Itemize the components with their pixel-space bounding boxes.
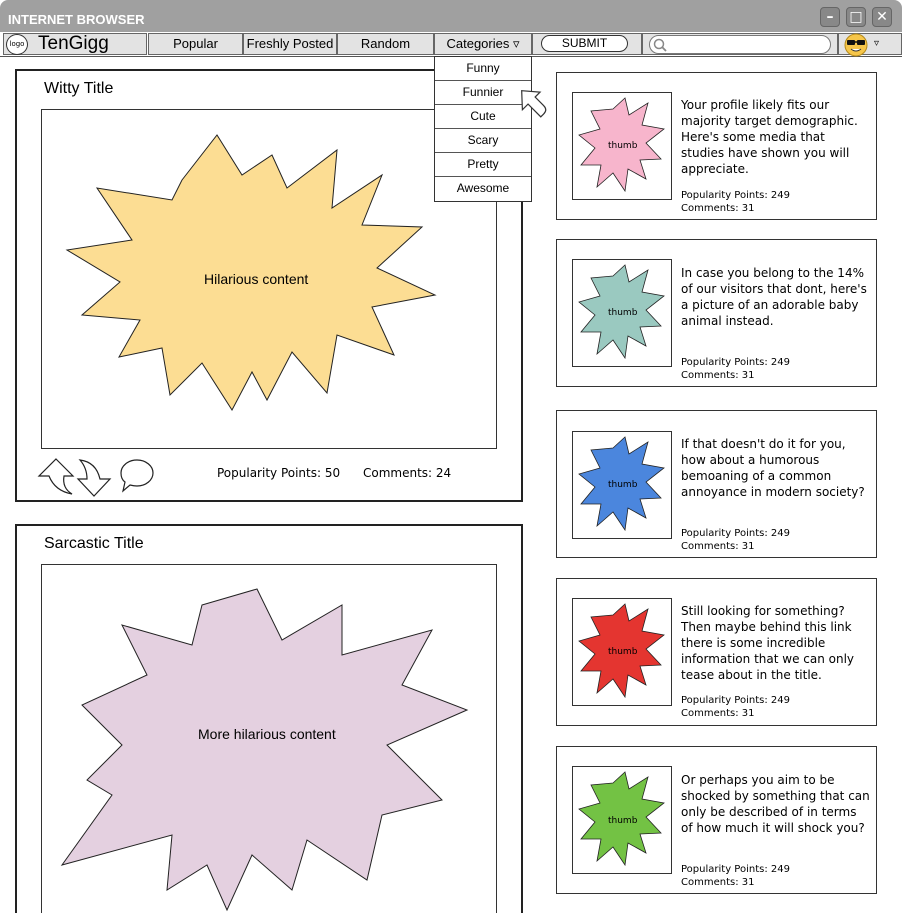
sidebar-card-popularity: Popularity Points: 249 [681,528,790,539]
categories-dropdown-menu: Funny Funnier Cute Scary Pretty Awesome [434,56,532,202]
nav-random[interactable]: Random [337,33,434,55]
sidebar-card-popularity: Popularity Points: 249 [681,864,790,875]
search-input[interactable] [649,35,831,54]
sidebar-card-comments[interactable]: Comments: 31 [681,707,754,720]
nav-popular[interactable]: Popular [148,33,243,55]
nav-freshly-posted[interactable]: Freshly Posted [243,33,337,55]
sidebar-card-popularity: Popularity Points: 249 [681,695,790,706]
thumb-label: thumb [608,308,638,318]
mouse-cursor-icon [521,90,547,118]
window-title: INTERNET BROWSER [8,12,145,27]
sidebar-card-popularity: Popularity Points: 249 [681,190,790,201]
sidebar-card-text[interactable]: If that doesn't do it for you, how about… [681,436,871,500]
close-button[interactable]: ✕ [872,7,892,27]
downvote-icon[interactable] [76,458,112,498]
menu-item-awesome[interactable]: Awesome [435,177,531,201]
menu-item-scary[interactable]: Scary [435,129,531,153]
minimize-button[interactable]: – [820,7,840,27]
search-icon [653,38,667,52]
user-menu-caret-icon[interactable]: ▿ [874,38,879,49]
sidebar-card-comments[interactable]: Comments: 31 [681,202,754,215]
sidebar-card-comments[interactable]: Comments: 31 [681,369,754,382]
post-comments[interactable]: Comments: 24 [363,466,451,480]
post-title[interactable]: Witty Title [44,80,113,98]
post-content-label: More hilarious content [198,726,336,742]
maximize-button[interactable]: □ [846,7,866,27]
sidebar-card-text[interactable]: Still looking for something? Then maybe … [681,603,871,683]
sidebar-card-popularity: Popularity Points: 249 [681,357,790,368]
thumb-label: thumb [608,141,638,151]
post-content-label: Hilarious content [204,271,309,287]
comment-icon[interactable] [119,458,155,494]
menu-item-pretty[interactable]: Pretty [435,153,531,177]
submit-button[interactable]: SUBMIT [541,35,628,52]
logo[interactable]: logo [6,34,28,55]
sidebar-card-text[interactable]: In case you belong to the 14% of our vis… [681,265,871,329]
thumb-label: thumb [608,816,638,826]
sidebar-card-comments[interactable]: Comments: 31 [681,876,754,889]
thumb-label: thumb [608,647,638,657]
sidebar-card-text[interactable]: Your profile likely fits our majority ta… [681,97,871,177]
user-avatar-icon[interactable] [843,33,869,57]
site-name[interactable]: TenGigg [38,33,109,55]
menu-item-funny[interactable]: Funny [435,57,531,81]
post-title[interactable]: Sarcastic Title [44,535,144,553]
star-shape [60,588,469,912]
post-popularity: Popularity Points: 50 [217,466,341,480]
upvote-icon[interactable] [37,456,75,496]
sidebar-card-comments[interactable]: Comments: 31 [681,540,754,553]
thumb-label: thumb [608,480,638,490]
sidebar-card-text[interactable]: Or perhaps you aim to be shocked by some… [681,772,871,836]
nav-categories[interactable]: Categories ▿ [434,33,532,55]
